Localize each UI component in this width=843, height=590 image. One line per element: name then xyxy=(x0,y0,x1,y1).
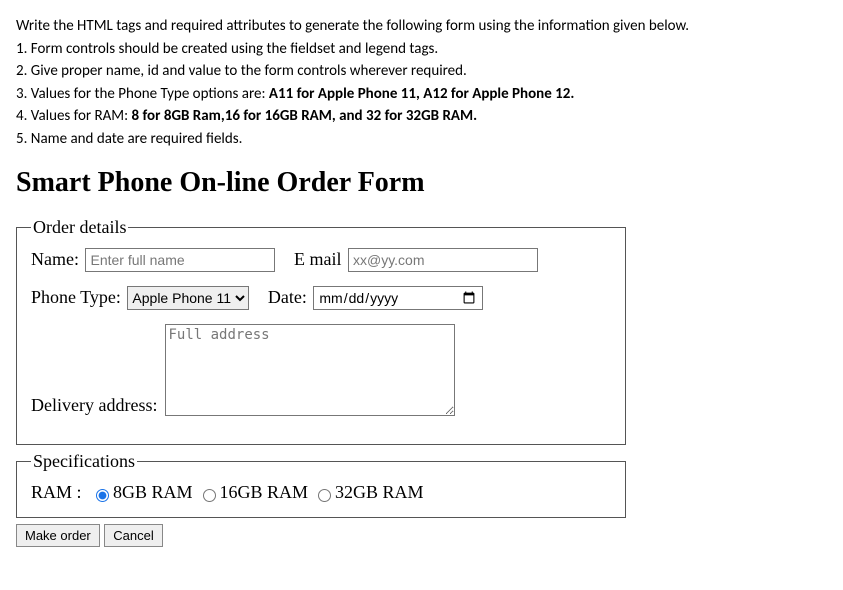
delivery-label: Delivery address: xyxy=(31,395,157,416)
order-details-fieldset: Order details Name: E mail Phone Type: A… xyxy=(16,217,626,445)
name-label: Name: xyxy=(31,249,79,269)
ram-radio-32[interactable] xyxy=(318,489,331,502)
page-title: Smart Phone On-line Order Form xyxy=(16,167,827,199)
submit-button[interactable] xyxy=(16,524,100,547)
ram-radio-8[interactable] xyxy=(96,489,109,502)
instruction-line: 4. Values for RAM: 8 for 8GB Ram,16 for … xyxy=(16,107,827,127)
ram-radio-group: RAM : 8GB RAM 16GB RAM 32GB RAM xyxy=(31,482,611,503)
instruction-line: 3. Values for the Phone Type options are… xyxy=(16,85,827,105)
instruction-line: 1. Form controls should be created using… xyxy=(16,40,827,60)
ram-radio-16[interactable] xyxy=(203,489,216,502)
instruction-line: Write the HTML tags and required attribu… xyxy=(16,17,827,37)
phone-type-select[interactable]: Apple Phone 11Apple Phone 12 xyxy=(127,286,249,310)
delivery-row: Delivery address: xyxy=(31,324,611,416)
ram-label: RAM : xyxy=(31,482,82,502)
instruction-line: 2. Give proper name, id and value to the… xyxy=(16,62,827,82)
phone-type-label: Phone Type: xyxy=(31,287,121,307)
order-form: Order details Name: E mail Phone Type: A… xyxy=(16,217,827,547)
order-details-legend: Order details xyxy=(31,217,128,238)
form-buttons xyxy=(16,524,827,547)
reset-button[interactable] xyxy=(104,524,162,547)
instruction-line: 5. Name and date are required fields. xyxy=(16,130,827,150)
delivery-textarea[interactable] xyxy=(165,324,455,416)
instructions-block: Write the HTML tags and required attribu… xyxy=(16,17,827,149)
specifications-fieldset: Specifications RAM : 8GB RAM 16GB RAM 32GB… xyxy=(16,451,626,518)
instruction-bold: 8 for 8GB Ram,16 for 16GB RAM, and 32 fo… xyxy=(132,107,478,125)
specifications-legend: Specifications xyxy=(31,451,137,472)
phonetype-date-row: Phone Type: Apple Phone 11Apple Phone 12… xyxy=(31,286,611,310)
date-input[interactable] xyxy=(313,286,483,310)
ram-option-label[interactable]: 16GB RAM xyxy=(220,482,309,502)
name-input[interactable] xyxy=(85,248,275,272)
date-label: Date: xyxy=(268,287,307,307)
instruction-bold: A11 for Apple Phone 11, A12 for Apple Ph… xyxy=(269,85,574,103)
instruction-text: 4. Values for RAM: xyxy=(16,107,132,125)
email-input[interactable] xyxy=(348,248,538,272)
email-label: E mail xyxy=(294,249,342,269)
ram-option-label[interactable]: 32GB RAM xyxy=(335,482,424,502)
instruction-text: 3. Values for the Phone Type options are… xyxy=(16,85,269,103)
name-email-row: Name: E mail xyxy=(31,248,611,272)
ram-option-label[interactable]: 8GB RAM xyxy=(113,482,193,502)
